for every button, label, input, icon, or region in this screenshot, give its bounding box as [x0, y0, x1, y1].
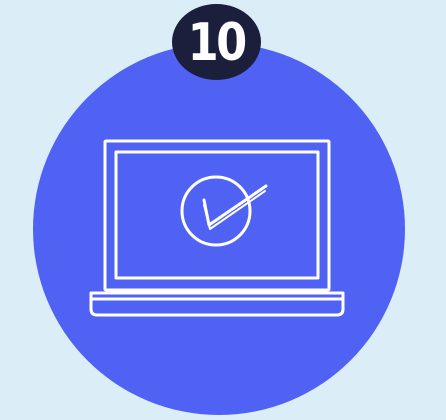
- step-number: 10: [187, 13, 248, 73]
- check-mark-icon: [202, 184, 268, 227]
- step-number-badge: 10: [172, 4, 261, 80]
- step-illustration: 10: [0, 0, 446, 420]
- check-circle: [180, 175, 252, 247]
- laptop-base: [89, 291, 345, 317]
- laptop-lid: [103, 139, 331, 292]
- laptop-screen: [114, 150, 320, 280]
